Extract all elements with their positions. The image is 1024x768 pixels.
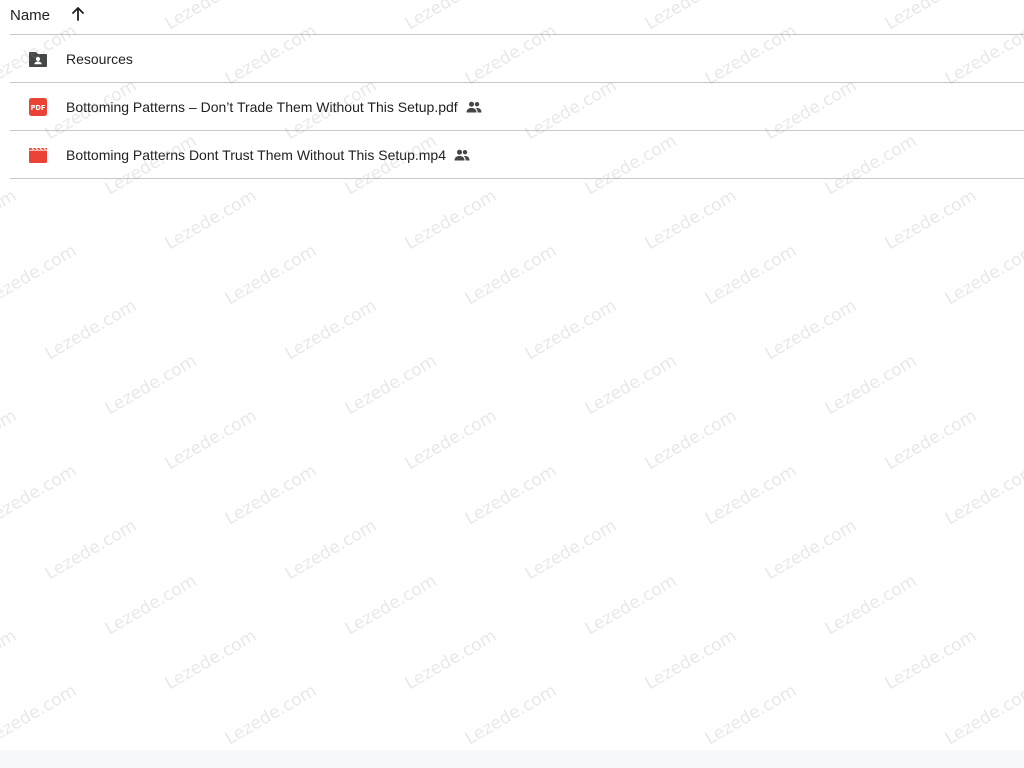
watermark-text: Lezede.com	[0, 680, 81, 750]
watermark-text: Lezede.com	[821, 350, 921, 420]
sort-direction-button[interactable]	[68, 4, 88, 24]
file-name: Bottoming Patterns – Don’t Trade Them Wi…	[66, 99, 482, 115]
watermark-text: Lezede.com	[581, 570, 681, 640]
watermark-text: Lezede.com	[341, 350, 441, 420]
file-row-video[interactable]: Bottoming Patterns Dont Trust Them Witho…	[10, 131, 1024, 179]
file-name: Bottoming Patterns Dont Trust Them Witho…	[66, 147, 470, 163]
watermark-text: Lezede.com	[881, 405, 981, 475]
watermark-text: Lezede.com	[221, 240, 321, 310]
watermark-text: Lezede.com	[401, 625, 501, 695]
pdf-icon: PDF	[28, 97, 48, 117]
watermark-text: Lezede.com	[0, 460, 81, 530]
watermark-text: Lezede.com	[41, 295, 141, 365]
watermark-text: Lezede.com	[0, 185, 21, 255]
watermark-text: Lezede.com	[701, 680, 801, 750]
video-icon	[28, 145, 48, 165]
watermark-text: Lezede.com	[0, 625, 21, 695]
watermark-text: Lezede.com	[401, 405, 501, 475]
watermark-text: Lezede.com	[161, 185, 261, 255]
people-icon	[454, 147, 470, 163]
shared-folder-icon	[28, 49, 48, 69]
watermark-text: Lezede.com	[281, 515, 381, 585]
watermark-text: Lezede.com	[641, 625, 741, 695]
watermark-text: Lezede.com	[461, 680, 561, 750]
watermark-text: Lezede.com	[701, 240, 801, 310]
watermark-text: Lezede.com	[941, 680, 1024, 750]
watermark-text: Lezede.com	[521, 295, 621, 365]
watermark-text: Lezede.com	[401, 185, 501, 255]
file-row-pdf[interactable]: PDF Bottoming Patterns – Don’t Trade The…	[10, 83, 1024, 131]
watermark-text: Lezede.com	[221, 460, 321, 530]
file-name: Resources	[66, 51, 133, 67]
watermark-text: Lezede.com	[161, 405, 261, 475]
watermark-text: Lezede.com	[641, 185, 741, 255]
watermark-text: Lezede.com	[701, 460, 801, 530]
watermark-text: Lezede.com	[221, 680, 321, 750]
watermark-text: Lezede.com	[0, 240, 81, 310]
watermark-text: Lezede.com	[941, 240, 1024, 310]
file-name-text: Resources	[66, 50, 133, 67]
watermark-text: Lezede.com	[881, 185, 981, 255]
file-name-text: Bottoming Patterns – Don’t Trade Them Wi…	[66, 98, 458, 115]
list-header: Name	[10, 0, 1024, 35]
watermark-text: Lezede.com	[761, 515, 861, 585]
watermark-text: Lezede.com	[281, 295, 381, 365]
watermark-text: Lezede.com	[821, 570, 921, 640]
file-list-page: Name Resources PDF Bottoming Patterns – …	[0, 0, 1024, 768]
watermark-text: Lezede.com	[341, 570, 441, 640]
watermark-text: Lezede.com	[581, 350, 681, 420]
watermark-text: Lezede.com	[761, 295, 861, 365]
watermark-text: Lezede.com	[161, 625, 261, 695]
watermark-text: Lezede.com	[101, 570, 201, 640]
watermark-text: Lezede.com	[101, 350, 201, 420]
watermark-text: Lezede.com	[41, 515, 141, 585]
arrow-up-icon	[72, 7, 84, 21]
watermark-text: Lezede.com	[641, 405, 741, 475]
name-column-header[interactable]: Name	[10, 7, 50, 24]
file-row-resources[interactable]: Resources	[10, 35, 1024, 83]
svg-text:PDF: PDF	[31, 104, 46, 112]
file-name-text: Bottoming Patterns Dont Trust Them Witho…	[66, 146, 446, 163]
watermark-text: Lezede.com	[521, 515, 621, 585]
watermark-text: Lezede.com	[941, 460, 1024, 530]
watermark-text: Lezede.com	[0, 405, 21, 475]
people-icon	[466, 99, 482, 115]
watermark-text: Lezede.com	[461, 240, 561, 310]
watermark-text: Lezede.com	[881, 625, 981, 695]
bottom-strip	[0, 750, 1024, 768]
watermark-text: Lezede.com	[461, 460, 561, 530]
